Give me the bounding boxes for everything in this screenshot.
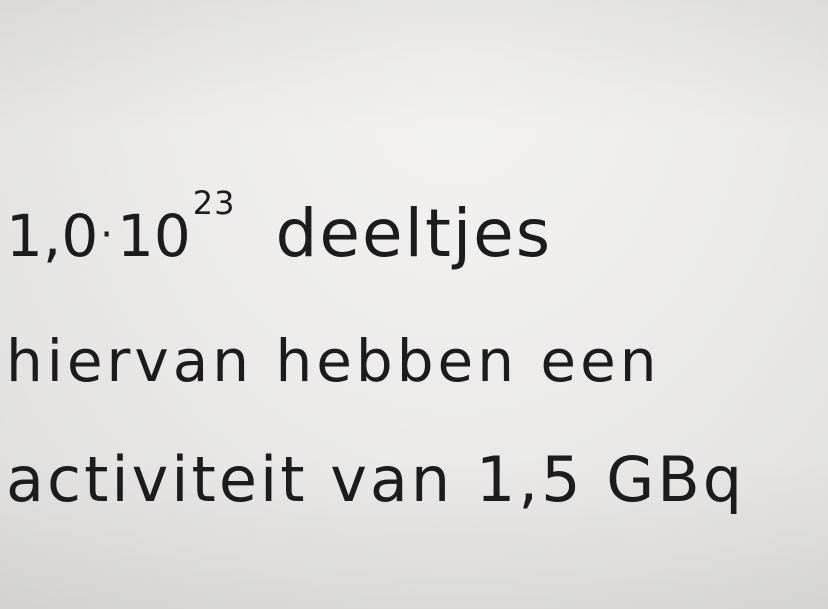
paper-sheet: 1,0·1023 deeltjes hiervan hebben een acti… — [0, 0, 828, 609]
number-mantissa: 1,0 — [6, 202, 99, 270]
number-base: 10 — [116, 202, 191, 270]
word-deeltjes: deeltjes — [275, 195, 553, 272]
paper-shading — [0, 0, 828, 609]
multiplication-dot: · — [100, 212, 115, 258]
handwritten-line-1: 1,0·1023 deeltjes — [6, 184, 553, 283]
handwritten-line-3: activiteit van 1,5 GBq — [6, 443, 746, 516]
number-exponent: 23 — [192, 184, 236, 222]
handwritten-line-2: hiervan hebben een — [6, 327, 661, 395]
